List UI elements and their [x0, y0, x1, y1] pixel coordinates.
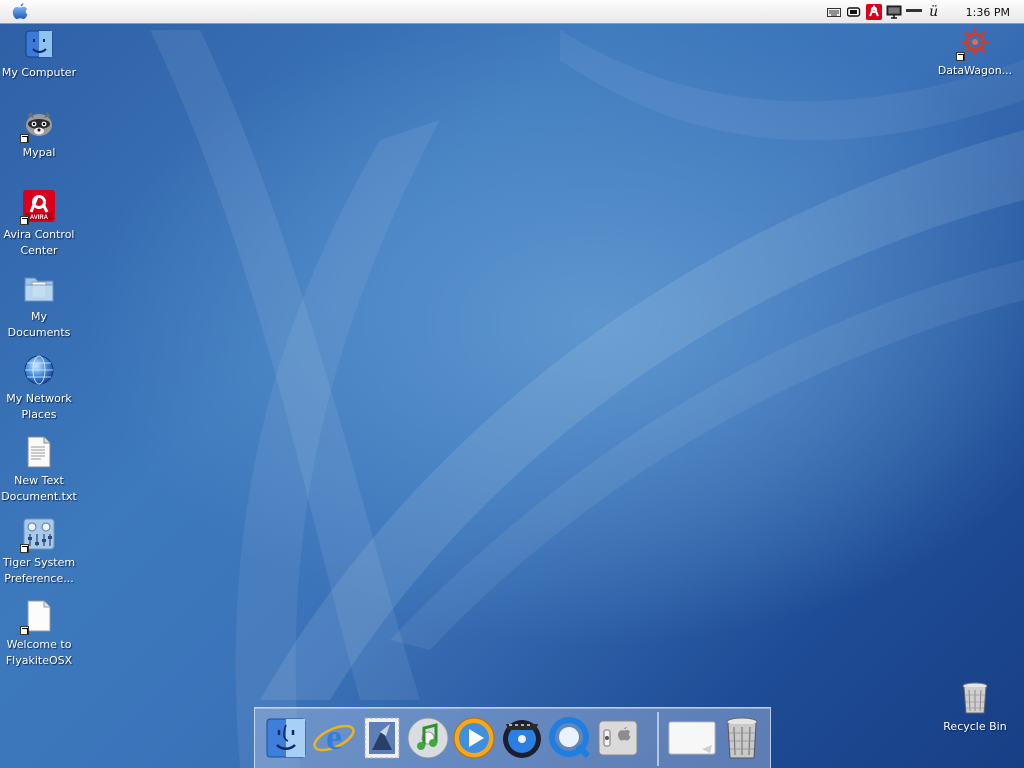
system-tray: ü 1:36 PM — [826, 0, 1018, 24]
desktop-icon-avira[interactable]: AVIRA Avira Control Center — [0, 189, 78, 259]
desktop-icon-datawagon[interactable]: DataWagon... — [936, 25, 1014, 79]
apple-menu-button[interactable] — [0, 0, 40, 24]
desktop-icon-label: Recycle Bin — [943, 720, 1007, 733]
dock-system-preferences[interactable] — [595, 715, 641, 761]
desktop-icon-label: My Computer — [1, 66, 77, 79]
system-preferences-switch-icon — [598, 720, 638, 756]
wallpaper-swoosh — [150, 30, 1024, 768]
documents-folder-icon — [24, 277, 54, 302]
internet-explorer-icon: e — [313, 717, 355, 757]
itunes-icon — [407, 717, 449, 759]
desktop-icon-label: Mypal — [22, 146, 56, 159]
desktop-icon-my-documents[interactable]: My Documents — [0, 271, 78, 341]
dock-quicktime[interactable] — [547, 715, 593, 761]
desktop-icon-label: New Text Document.txt — [1, 474, 77, 503]
dock-mail[interactable] — [359, 715, 405, 761]
desktop-icon-label: My Documents — [7, 310, 71, 339]
dock-itunes[interactable] — [405, 715, 451, 761]
monitor-icon[interactable] — [886, 4, 902, 20]
blank-window-icon — [668, 721, 716, 755]
desktop-icon-label: DataWagon... — [937, 64, 1013, 77]
dock-dvd-player[interactable] — [499, 715, 545, 761]
desktop-icon-label: Tiger System Preference... — [2, 556, 76, 585]
shortcut-arrow-icon — [20, 544, 29, 553]
quicktime-icon — [549, 717, 591, 759]
dock-trash[interactable] — [719, 715, 765, 761]
apple-icon — [12, 2, 28, 19]
shortcut-arrow-icon — [956, 52, 965, 61]
dock-minimized-window[interactable] — [667, 715, 717, 761]
shortcut-arrow-icon — [20, 216, 29, 225]
desktop-icon-label: My Network Places — [6, 392, 72, 421]
trash-icon — [726, 717, 758, 759]
language-icon[interactable]: ü — [926, 4, 942, 20]
text-document-icon — [27, 436, 51, 468]
svg-text:e: e — [326, 717, 342, 757]
desktop-icon-tiger-system-preference[interactable]: Tiger System Preference... — [0, 517, 78, 587]
keyboard-icon[interactable] — [826, 4, 842, 20]
desktop-icon-recycle-bin[interactable]: Recycle Bin — [936, 681, 1014, 735]
desktop-icon-label: Welcome to FlyakiteOSX — [5, 638, 73, 667]
desktop-icon-label: Avira Control Center — [3, 228, 75, 257]
media-player-icon — [453, 717, 495, 759]
trash-can-icon — [962, 682, 988, 714]
my-computer-icon — [25, 30, 53, 58]
finder-icon — [266, 718, 306, 758]
avira-tray-icon[interactable] — [865, 4, 882, 20]
desktop-icon-welcome-flyakiteosx[interactable]: Welcome to FlyakiteOSX — [0, 599, 78, 669]
menubar-clock[interactable]: 1:36 PM — [966, 6, 1010, 19]
dock-finder[interactable] — [263, 715, 309, 761]
battery-icon[interactable] — [846, 4, 862, 20]
dock: e — [254, 707, 771, 768]
dock-media-player[interactable] — [451, 715, 497, 761]
desktop-icon-new-text-document[interactable]: New Text Document.txt — [0, 435, 78, 505]
dock-separator — [657, 712, 659, 766]
blank-document-icon — [27, 600, 51, 632]
menu-bar: ü 1:36 PM — [0, 0, 1024, 24]
volume-icon[interactable] — [905, 4, 922, 20]
mail-stamp-icon — [364, 717, 400, 759]
language-glyph: ü — [929, 4, 939, 20]
dvd-player-icon — [503, 720, 541, 758]
shortcut-arrow-icon — [20, 626, 29, 635]
desktop-icon-my-computer[interactable]: My Computer — [0, 27, 78, 81]
desktop-icon-mypal[interactable]: Mypal — [0, 107, 78, 161]
shortcut-arrow-icon — [20, 134, 29, 143]
dock-internet-explorer[interactable]: e — [311, 715, 357, 761]
desktop-icon-my-network-places[interactable]: My Network Places — [0, 353, 78, 423]
avira-badge-text: AVIRA — [30, 215, 49, 221]
network-globe-icon — [24, 355, 54, 385]
